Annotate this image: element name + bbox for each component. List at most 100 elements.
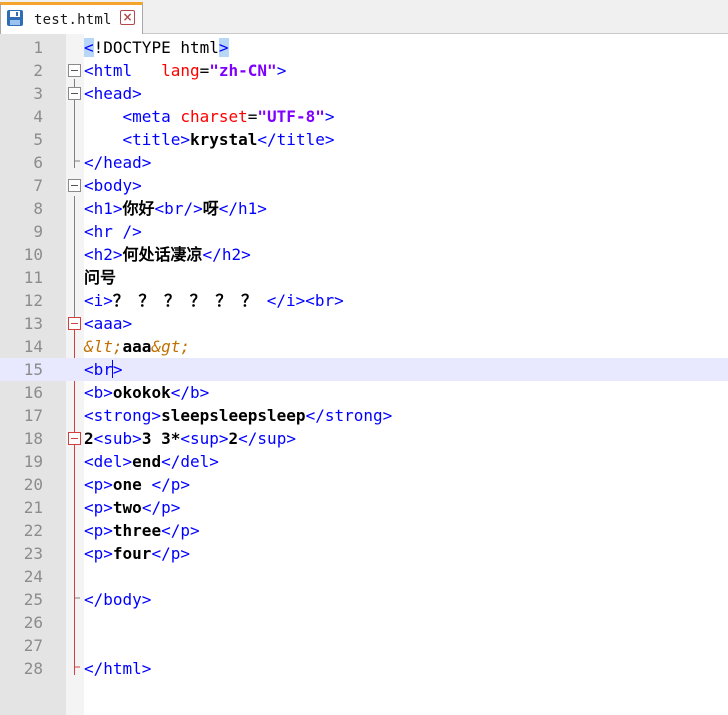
line-number: 26 [23,613,43,632]
code-text: <strong>sleepsleepsleep</strong> [84,404,392,427]
code-line[interactable]: 14 &lt;aaa&gt; [0,335,728,358]
code-line[interactable]: 25 </body> [0,588,728,611]
token-tag: <meta [122,107,181,126]
token-tag-hl: > [218,38,229,57]
fold-collapse-icon[interactable] [68,432,81,445]
token-tag: <i> [84,291,113,310]
line-number: 12 [23,291,43,310]
code-line[interactable]: 7 <body> [0,174,728,197]
code-line[interactable]: 13 <aaa> [0,312,728,335]
line-number: 1 [33,38,43,57]
code-line[interactable]: 5 <title>krystal</title> [0,128,728,151]
token-tag: </strong> [305,406,393,425]
code-line[interactable]: 11 问号 [0,266,728,289]
code-line[interactable]: 16 <b>okokok</b> [0,381,728,404]
code-line[interactable]: 4 <meta charset="UTF-8"> [0,105,728,128]
token-tag: <h1> [84,199,123,218]
line-number: 18 [23,429,43,448]
token-doc: !DOCTYPE html [93,38,219,57]
line-number: 17 [23,406,43,425]
tab-title: test.html [34,12,112,28]
line-number: 14 [23,337,43,356]
token-txt: krystal [189,130,258,149]
code-editor[interactable]: 1 <!DOCTYPE html> 2 <html lang="zh-CN"> 3 <he… [0,36,728,715]
token-tag: </body> [84,590,152,609]
code-line[interactable]: 27 [0,634,728,657]
line-number: 8 [33,199,43,218]
token-txt: 3 3* [141,429,181,448]
code-line[interactable]: 6 </head> [0,151,728,174]
code-line[interactable]: 17 <strong>sleepsleepsleep</strong> [0,404,728,427]
code-line[interactable]: 12 <i>？ ？ ？ ？ ？ ？ </i><br> [0,289,728,312]
line-number: 23 [23,544,43,563]
line-number: 15 [23,360,43,379]
token-tag: > [112,360,123,379]
code-line[interactable]: 18 2<sub>3 3*<sup>2</sup> [0,427,728,450]
code-line[interactable]: 2 <html lang="zh-CN"> [0,59,728,82]
line-number: 6 [33,153,43,172]
token-tag: </b> [170,383,210,402]
code-line[interactable]: 24 [0,565,728,588]
code-text: <p>three</p> [84,519,200,542]
token-txt: two [112,498,142,517]
fold-collapse-icon[interactable] [68,87,81,100]
token-tag: <head> [84,84,142,103]
token-tag: </p> [151,544,190,563]
code-text: <aaa> [84,312,132,335]
token-tag: <html [84,61,133,80]
fold-collapse-icon[interactable] [68,317,81,330]
line-number: 21 [23,498,43,517]
code-line[interactable]: 28 </html> [0,657,728,680]
code-text: <body> [84,174,142,197]
token-txt: 问号 [84,268,117,287]
token-tag: <sub> [93,429,142,448]
token-attr: charset [180,107,248,126]
token-tag: <strong> [84,406,162,425]
line-number: 11 [23,268,43,287]
code-text: <head> [84,82,142,105]
code-text: 问号 [84,266,116,289]
token-tag: </i><br> [266,291,344,310]
code-line[interactable]: 8 <h1>你好<br/>呀</h1> [0,197,728,220]
code-line[interactable]: 22 <p>three</p> [0,519,728,542]
token-tag: <body> [84,176,142,195]
code-text: </html> [84,657,151,680]
code-line[interactable]: 26 [0,611,728,634]
token-tag: </p> [161,521,200,540]
token-txt: 何处话凄凉 [122,245,203,264]
fold-collapse-icon[interactable] [68,64,81,77]
code-line[interactable]: 15 <br> [0,358,728,381]
code-line[interactable]: 19 <del>end</del> [0,450,728,473]
close-x-icon[interactable]: × [120,10,135,25]
token-txt: 2 [228,429,239,448]
token-val: "zh-CN" [209,61,277,80]
token-attr: lang [161,61,200,80]
token-tag: <p> [84,475,113,494]
token-txt: end [132,452,162,471]
code-text: <h2>何处话凄凉</h2> [84,243,251,266]
code-line[interactable]: 23 <p>four</p> [0,542,728,565]
token-val: "UTF-8" [257,107,325,126]
token-tag: <aaa> [84,314,133,333]
code-line[interactable]: 9 <hr /> [0,220,728,243]
token-txt: three [112,521,162,540]
code-text: 2<sub>3 3*<sup>2</sup> [84,427,296,450]
token-tag: <title> [122,130,190,149]
line-number: 16 [23,383,43,402]
token-tag: <br/> [154,199,203,218]
token-tag: </h1> [218,199,267,218]
code-line[interactable]: 3 <head> [0,82,728,105]
code-line[interactable]: 10 <h2>何处话凄凉</h2> [0,243,728,266]
file-tab[interactable]: test.html × [0,2,143,34]
line-number: 9 [33,222,43,241]
code-text: &lt;aaa&gt; [84,335,190,358]
code-line[interactable]: 21 <p>two</p> [0,496,728,519]
line-number: 28 [23,659,43,678]
code-text: <p>one </p> [84,473,190,496]
code-line[interactable]: 1 <!DOCTYPE html> [0,36,728,59]
code-line[interactable]: 20 <p>one </p> [0,473,728,496]
code-text: <hr /> [84,220,142,243]
line-number: 4 [33,107,43,126]
token-tag: <b> [84,383,113,402]
fold-collapse-icon[interactable] [68,179,81,192]
